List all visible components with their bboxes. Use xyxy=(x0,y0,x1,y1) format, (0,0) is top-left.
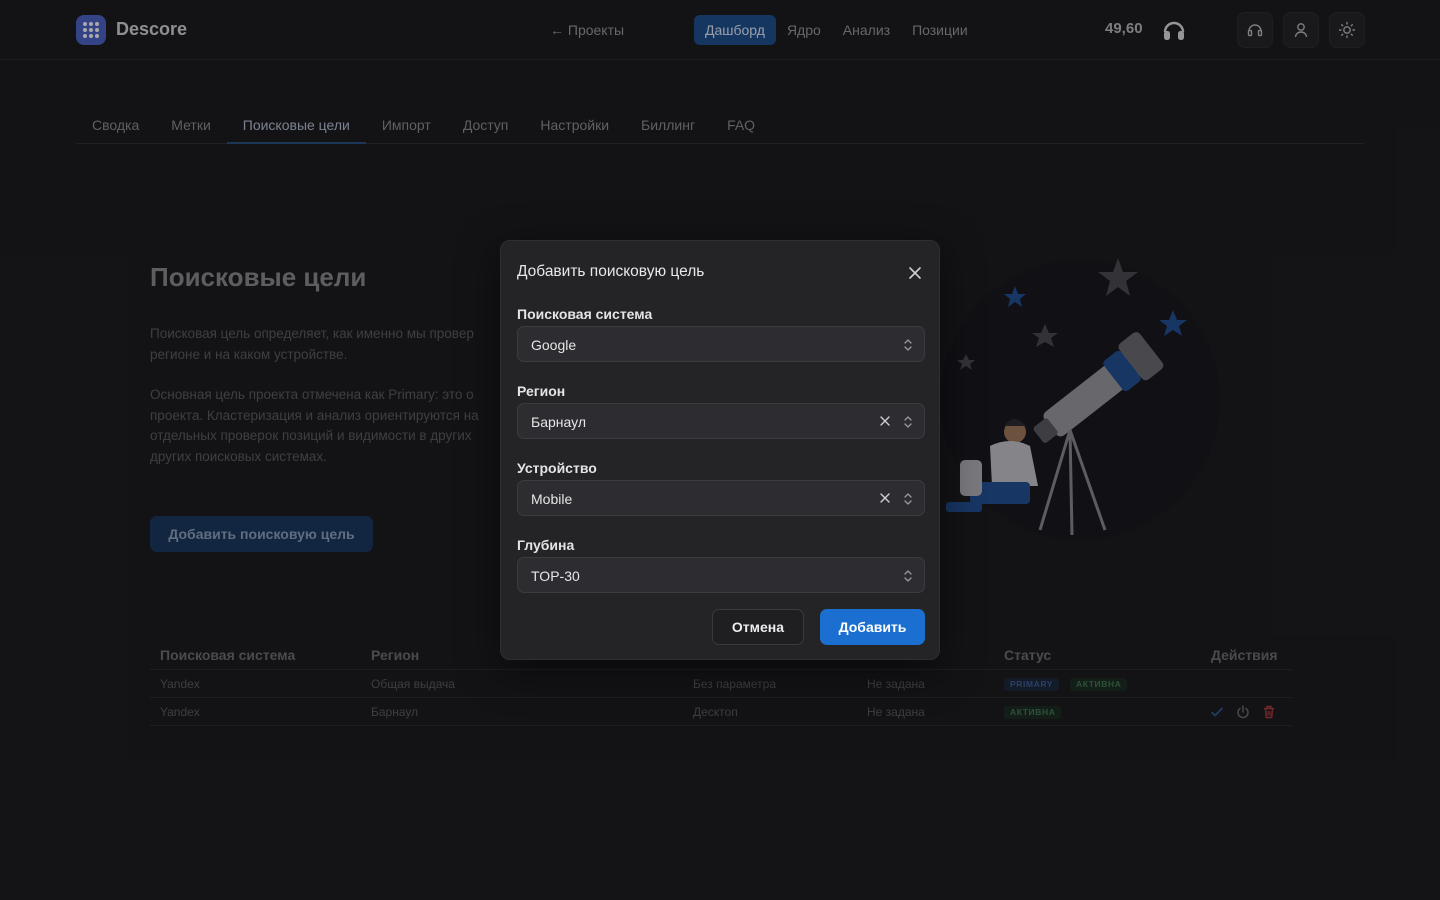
submit-add-button[interactable]: Добавить xyxy=(820,609,925,645)
chevron-up-down-icon xyxy=(904,493,912,505)
search-engine-label: Поисковая система xyxy=(517,306,653,322)
device-label: Устройство xyxy=(517,460,597,476)
search-engine-select[interactable]: Google xyxy=(517,326,925,362)
depth-select[interactable]: TOP-30 xyxy=(517,557,925,593)
clear-icon[interactable] xyxy=(878,414,892,428)
device-value: Mobile xyxy=(531,491,573,507)
depth-label: Глубина xyxy=(517,537,575,553)
region-value: Барнаул xyxy=(531,414,586,430)
region-label: Регион xyxy=(517,383,566,399)
clear-icon[interactable] xyxy=(878,491,892,505)
chevron-up-down-icon xyxy=(904,570,912,582)
region-select[interactable]: Барнаул xyxy=(517,403,925,439)
add-search-target-dialog: Добавить поисковую цель Поисковая систем… xyxy=(500,240,940,660)
cancel-button[interactable]: Отмена xyxy=(712,609,804,645)
chevron-up-down-icon xyxy=(904,416,912,428)
depth-value: TOP-30 xyxy=(531,568,580,584)
close-icon[interactable] xyxy=(905,263,925,283)
search-engine-value: Google xyxy=(531,337,577,353)
chevron-up-down-icon xyxy=(904,339,912,351)
dialog-title: Добавить поисковую цель xyxy=(517,263,705,280)
device-select[interactable]: Mobile xyxy=(517,480,925,516)
